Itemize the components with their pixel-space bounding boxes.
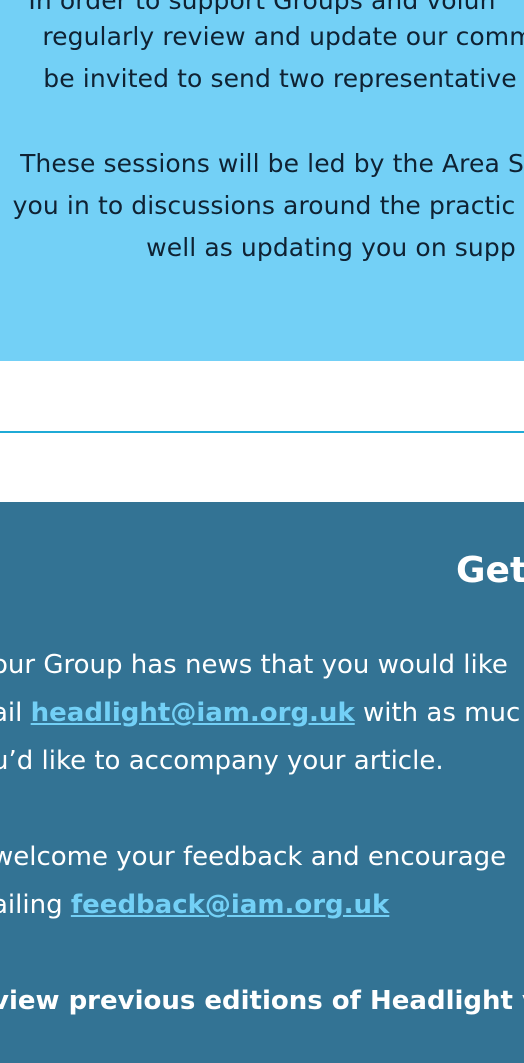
feedback-prefix: ailing <box>0 890 63 920</box>
info-line-5: you in to discussions around the practic <box>12 191 516 220</box>
info-line-4: These sessions will be led by the Area S <box>20 149 524 178</box>
headlight-email-link[interactable]: headlight@iam.org.uk <box>31 698 355 728</box>
headlight-email-line: ail headlight@iam.org.uk with as muc <box>0 698 520 728</box>
email-suffix: with as muc <box>363 698 521 728</box>
feedback-welcome-line: welcome your feedback and encourage <box>0 842 507 872</box>
feedback-email-line: ailing feedback@iam.org.uk <box>0 890 389 920</box>
get-heading: Get <box>456 550 524 591</box>
newsletter-page: In order to support Groups and volun reg… <box>0 0 524 1063</box>
info-line-1: In order to support Groups and volun <box>28 0 496 15</box>
article-line: u’d like to accompany your article. <box>0 746 444 776</box>
section-divider <box>0 431 524 433</box>
info-line-2: regularly review and update our commu <box>42 22 524 51</box>
feedback-email-link[interactable]: feedback@iam.org.uk <box>71 890 389 920</box>
previous-editions-line: view previous editions of Headlight vi <box>0 986 524 1016</box>
email-prefix: ail <box>0 698 23 728</box>
contact-panel: Get our Group has news that you would li… <box>0 502 524 1063</box>
info-line-3: be invited to send two representative <box>43 64 517 93</box>
info-panel: In order to support Groups and volun reg… <box>0 0 524 361</box>
group-news-line: our Group has news that you would like <box>0 650 508 680</box>
info-line-6: well as updating you on supp <box>146 233 516 262</box>
